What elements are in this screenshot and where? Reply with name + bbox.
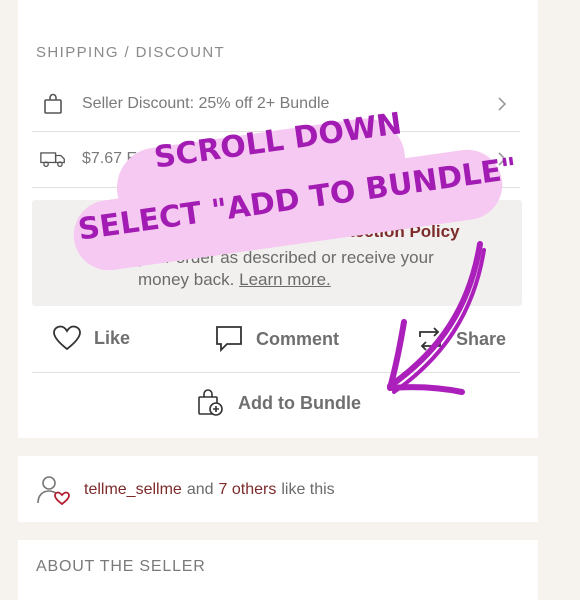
shipping-text: $7.67 Expedited ( xyxy=(82,150,208,167)
heart-icon xyxy=(53,325,81,351)
truck-icon xyxy=(40,146,66,172)
annotation-arrow-icon xyxy=(387,241,486,395)
chevron-right-icon xyxy=(494,96,510,112)
shopping-bag-icon xyxy=(40,91,66,117)
policy-text-line2: money back. Learn more. xyxy=(138,270,331,290)
like-button[interactable]: Like xyxy=(52,324,130,352)
shipping-row[interactable]: $7.67 Expedited ( xyxy=(32,131,520,187)
others-link[interactable]: 7 others xyxy=(219,481,277,499)
comment-icon xyxy=(216,326,242,353)
add-to-bundle-button[interactable]: Add to Bundle xyxy=(196,388,361,418)
policy-text-prefix: money back. xyxy=(138,270,240,289)
likes-card: tellme_sellme and 7 others like this xyxy=(18,456,538,522)
likes-summary: tellme_sellme and 7 others like this xyxy=(36,474,335,506)
about-seller-title: ABOUT THE SELLER xyxy=(36,558,206,575)
user-heart-icon xyxy=(37,476,70,506)
seller-discount-row[interactable]: Seller Discount: 25% off 2+ Bundle xyxy=(32,76,520,132)
divider xyxy=(32,187,520,188)
likes-and: and xyxy=(186,481,214,498)
comment-button[interactable]: Comment xyxy=(214,324,339,354)
seller-discount-text: Seller Discount: 25% off 2+ Bundle xyxy=(82,95,330,112)
learn-more-link[interactable]: Learn more. xyxy=(239,270,331,289)
comment-label: Comment xyxy=(256,328,340,349)
add-to-bundle-label: Add to Bundle xyxy=(238,392,361,413)
likes-suffix: like this xyxy=(281,481,335,498)
chevron-right-icon xyxy=(494,151,510,167)
like-label: Like xyxy=(94,327,131,348)
add-to-bundle-icon xyxy=(198,389,223,416)
liker-username-link[interactable]: tellme_sellme xyxy=(84,481,182,499)
about-seller-card: ABOUT THE SELLER xyxy=(18,540,538,600)
shipping-discount-title: SHIPPING / DISCOUNT xyxy=(36,44,226,61)
